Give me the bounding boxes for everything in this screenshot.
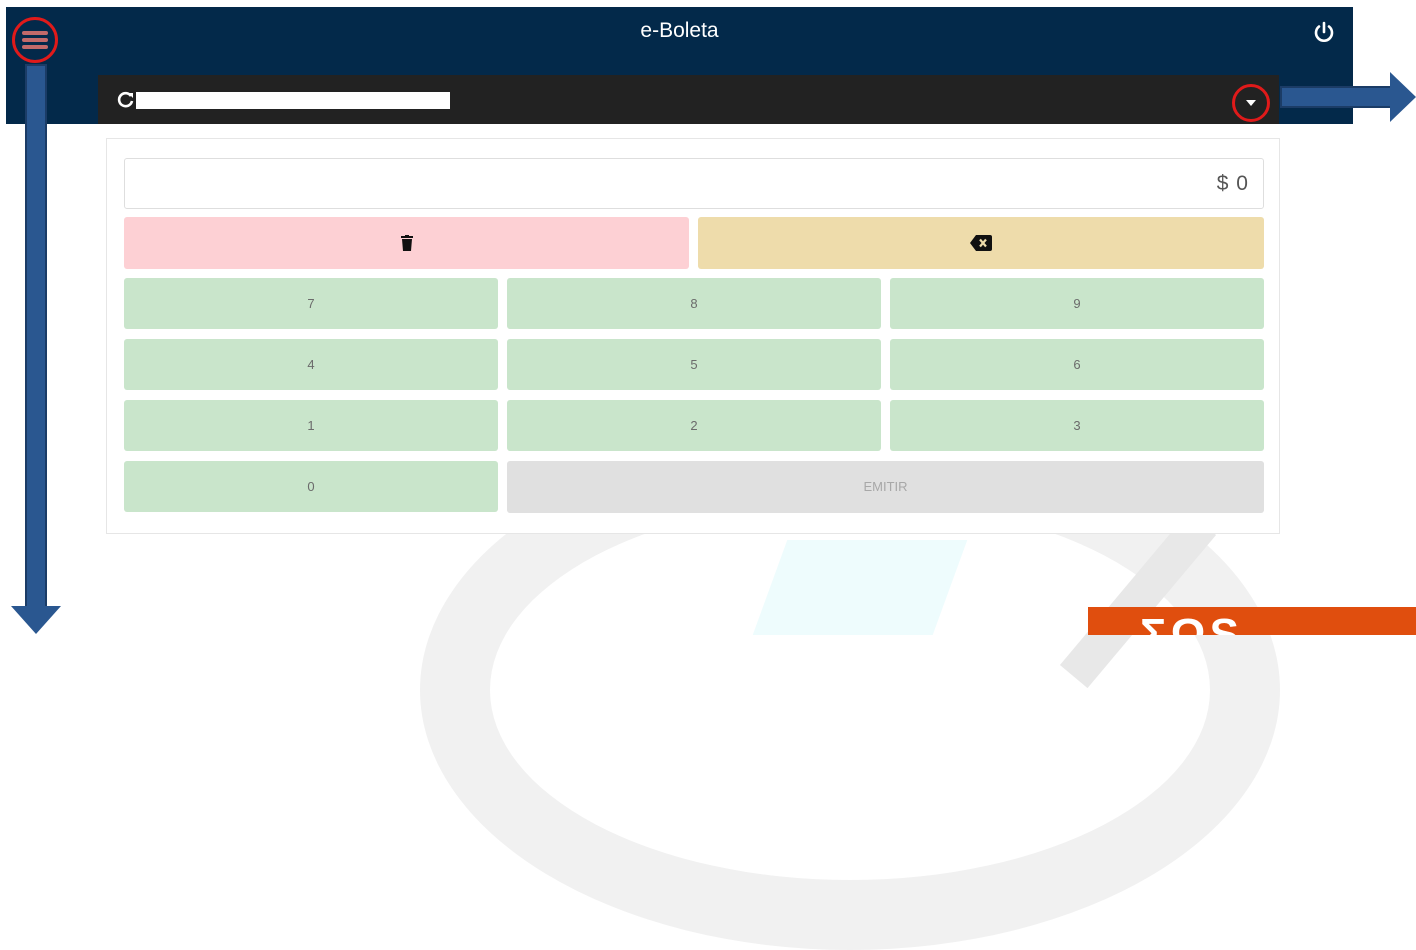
- power-button[interactable]: [1312, 21, 1336, 45]
- annotation-arrow-right-head: [1390, 72, 1416, 122]
- key-6[interactable]: 6: [890, 339, 1264, 390]
- device-name-field: [136, 92, 450, 109]
- payment-calculator-card: $ 0 7 8 9 4 5 6 1 2 3 0 EMITIR: [106, 138, 1280, 534]
- annotation-arrow-down-head: [11, 606, 61, 634]
- refresh-button[interactable]: [116, 90, 136, 110]
- menu-button[interactable]: [12, 17, 58, 63]
- emit-button[interactable]: EMITIR: [507, 461, 1264, 513]
- device-dropdown-button[interactable]: [1232, 84, 1270, 122]
- key-0[interactable]: 0: [124, 461, 498, 512]
- trash-icon: [400, 235, 413, 251]
- app-header: e-Boleta: [6, 7, 1353, 124]
- caret-down-icon: [1246, 100, 1256, 106]
- hamburger-menu-icon-bar: [22, 38, 48, 42]
- amount-display: $ 0: [124, 158, 1264, 209]
- refresh-icon: [117, 91, 134, 108]
- orange-banner-text: ΣΩS: [1140, 610, 1244, 636]
- orange-banner-fragment: ΣΩS: [1088, 607, 1416, 635]
- app-title: e-Boleta: [640, 19, 719, 42]
- key-9[interactable]: 9: [890, 278, 1264, 329]
- clear-button[interactable]: [124, 217, 689, 269]
- power-icon: [1314, 21, 1334, 42]
- hamburger-menu-icon: [22, 31, 48, 35]
- annotation-arrow-right: [1280, 86, 1392, 108]
- key-4[interactable]: 4: [124, 339, 498, 390]
- annotation-arrow-down: [25, 64, 47, 612]
- background-watermark-shape: [752, 540, 968, 635]
- key-5[interactable]: 5: [507, 339, 881, 390]
- key-7[interactable]: 7: [124, 278, 498, 329]
- hamburger-menu-icon-bar: [22, 45, 48, 49]
- key-8[interactable]: 8: [507, 278, 881, 329]
- key-3[interactable]: 3: [890, 400, 1264, 451]
- backspace-button[interactable]: [698, 217, 1264, 269]
- backspace-icon: [970, 235, 992, 251]
- device-bar: [98, 75, 1279, 124]
- key-1[interactable]: 1: [124, 400, 498, 451]
- key-2[interactable]: 2: [507, 400, 881, 451]
